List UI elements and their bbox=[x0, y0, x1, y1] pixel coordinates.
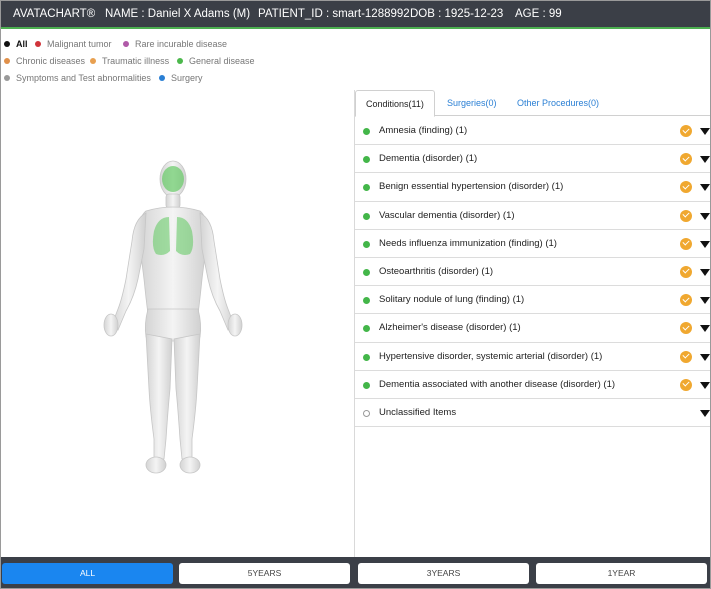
condition-list: Amnesia (finding) (1) Dementia (disorder… bbox=[355, 117, 710, 428]
condition-label: Alzheimer's disease (disorder) (1) bbox=[379, 322, 521, 334]
list-item-unclassified[interactable]: Unclassified Items bbox=[355, 399, 710, 428]
check-circle-icon[interactable] bbox=[680, 237, 692, 250]
check-circle-icon[interactable] bbox=[680, 125, 692, 137]
legend-dot-icon bbox=[159, 75, 165, 81]
list-item[interactable]: Alzheimer's disease (disorder) (1) bbox=[355, 314, 710, 343]
list-item[interactable]: Needs influenza immunization (finding) (… bbox=[355, 230, 710, 258]
legend-dot-icon bbox=[90, 58, 96, 64]
legend-item-surgery[interactable]: Surgery bbox=[159, 73, 203, 83]
status-dot-icon bbox=[363, 240, 370, 248]
legend-item-rare-incurable-disease[interactable]: Rare incurable disease bbox=[123, 39, 227, 49]
tab-surgeries[interactable]: Surgeries(0) bbox=[447, 90, 497, 116]
legend-item-malignant-tumor[interactable]: Malignant tumor bbox=[35, 39, 112, 49]
caret-down-icon[interactable] bbox=[700, 353, 710, 361]
caret-down-icon[interactable] bbox=[700, 240, 710, 248]
condition-label: Vascular dementia (disorder) (1) bbox=[379, 209, 515, 221]
list-item[interactable]: Vascular dementia (disorder) (1) bbox=[355, 202, 710, 230]
list-item[interactable]: Amnesia (finding) (1) bbox=[355, 117, 710, 146]
check-circle-icon[interactable] bbox=[680, 265, 692, 278]
legend-label: Rare incurable disease bbox=[135, 39, 228, 49]
caret-down-icon[interactable] bbox=[700, 268, 710, 276]
condition-label: Dementia (disorder) (1) bbox=[379, 153, 478, 165]
legend-dot-icon bbox=[123, 41, 129, 47]
app-window: AVATACHART® NAME : Daniel X Adams (M) PA… bbox=[0, 0, 711, 589]
legend-dot-icon bbox=[4, 58, 10, 64]
caret-down-icon[interactable] bbox=[700, 297, 710, 305]
range-1year-button[interactable]: 1YEAR bbox=[536, 563, 707, 584]
legend-item-general-disease[interactable]: General disease bbox=[177, 56, 255, 66]
time-range-bar: ALL 5YEARS 3YEARS 1YEAR bbox=[1, 557, 710, 588]
condition-label: Dementia associated with another disease… bbox=[379, 378, 616, 390]
list-item[interactable]: Solitary nodule of lung (finding) (1) bbox=[355, 286, 710, 315]
status-dot-icon bbox=[363, 297, 370, 305]
range-all-button[interactable]: ALL bbox=[2, 563, 173, 584]
check-circle-icon[interactable] bbox=[680, 322, 692, 335]
tab-other-procedures[interactable]: Other Procedures(0) bbox=[517, 90, 599, 116]
status-dot-icon bbox=[363, 156, 370, 164]
caret-down-icon[interactable] bbox=[700, 156, 710, 164]
patient-id: PATIENT_ID : smart-1288992 bbox=[258, 8, 410, 20]
legend-item-traumatic-illness[interactable]: Traumatic illness bbox=[90, 56, 169, 66]
status-dot-icon bbox=[363, 128, 370, 135]
body-avatar[interactable] bbox=[96, 159, 251, 481]
status-dot-icon bbox=[363, 381, 370, 389]
check-circle-icon[interactable] bbox=[680, 294, 692, 307]
legend-label: Symptoms and Test abnormalities bbox=[16, 73, 151, 83]
condition-label: Unclassified Items bbox=[379, 406, 457, 418]
tab-conditions[interactable]: Conditions(11) bbox=[355, 90, 435, 117]
check-circle-icon[interactable] bbox=[680, 209, 692, 222]
legend-label: Chronic diseases bbox=[16, 56, 86, 66]
condition-label: Amnesia (finding) (1) bbox=[379, 125, 468, 136]
condition-label: Hypertensive disorder, systemic arterial… bbox=[379, 350, 603, 362]
check-circle-icon[interactable] bbox=[680, 181, 692, 194]
status-dot-icon bbox=[363, 325, 370, 333]
brain-highlight[interactable] bbox=[162, 166, 184, 192]
legend-label: Surgery bbox=[171, 73, 203, 83]
patient-age: AGE : 99 bbox=[515, 8, 562, 20]
patient-name: NAME : Daniel X Adams (M) bbox=[105, 8, 251, 20]
legend-dot-icon bbox=[177, 58, 183, 64]
check-circle-icon[interactable] bbox=[680, 378, 692, 391]
legend-item-all[interactable]: All bbox=[4, 39, 28, 49]
patient-header: AVATACHART® NAME : Daniel X Adams (M) PA… bbox=[1, 1, 710, 29]
legend-item-symptoms[interactable]: Symptoms and Test abnormalities bbox=[4, 73, 151, 83]
legend-dot-icon bbox=[4, 41, 10, 47]
list-item[interactable]: Hypertensive disorder, systemic arterial… bbox=[355, 343, 710, 371]
check-circle-icon[interactable] bbox=[680, 350, 692, 363]
range-3years-button[interactable]: 3YEARS bbox=[358, 563, 529, 584]
legend-label: Malignant tumor bbox=[47, 39, 112, 49]
legend-label: General disease bbox=[189, 56, 255, 66]
condition-label: Solitary nodule of lung (finding) (1) bbox=[379, 294, 525, 306]
status-dot-icon bbox=[363, 268, 370, 276]
status-dot-icon bbox=[363, 184, 370, 192]
legend-dot-icon bbox=[4, 75, 10, 81]
legend-dot-icon bbox=[35, 41, 41, 47]
empty-circle-icon bbox=[363, 409, 370, 417]
list-item[interactable]: Dementia associated with another disease… bbox=[355, 371, 710, 399]
caret-down-icon[interactable] bbox=[700, 409, 710, 417]
range-5years-button[interactable]: 5YEARS bbox=[179, 563, 350, 584]
status-dot-icon bbox=[363, 353, 370, 361]
check-circle-icon[interactable] bbox=[680, 153, 692, 166]
detail-panel: Conditions(11) Surgeries(0) Other Proced… bbox=[354, 90, 710, 557]
caret-down-icon[interactable] bbox=[700, 381, 710, 389]
list-item[interactable]: Benign essential hypertension (disorder)… bbox=[355, 173, 710, 202]
condition-label: Needs influenza immunization (finding) (… bbox=[379, 237, 557, 249]
human-body-icon bbox=[103, 160, 243, 474]
caret-down-icon[interactable] bbox=[700, 325, 710, 333]
list-item[interactable]: Osteoarthritis (disorder) (1) bbox=[355, 258, 710, 287]
status-dot-icon bbox=[363, 212, 370, 220]
caret-down-icon[interactable] bbox=[700, 128, 710, 135]
patient-dob: DOB : 1925-12-23 bbox=[410, 8, 504, 20]
condition-label: Benign essential hypertension (disorder)… bbox=[379, 181, 564, 193]
legend-label: Traumatic illness bbox=[102, 56, 170, 66]
tab-bar: Conditions(11) Surgeries(0) Other Proced… bbox=[355, 90, 710, 117]
legend-item-chronic-diseases[interactable]: Chronic diseases bbox=[4, 56, 85, 66]
caret-down-icon[interactable] bbox=[700, 212, 710, 220]
legend-label: All bbox=[16, 39, 28, 49]
caret-down-icon[interactable] bbox=[700, 184, 710, 192]
app-name: AVATACHART® bbox=[13, 8, 96, 20]
condition-label: Osteoarthritis (disorder) (1) bbox=[379, 265, 494, 277]
list-item[interactable]: Dementia (disorder) (1) bbox=[355, 145, 710, 174]
